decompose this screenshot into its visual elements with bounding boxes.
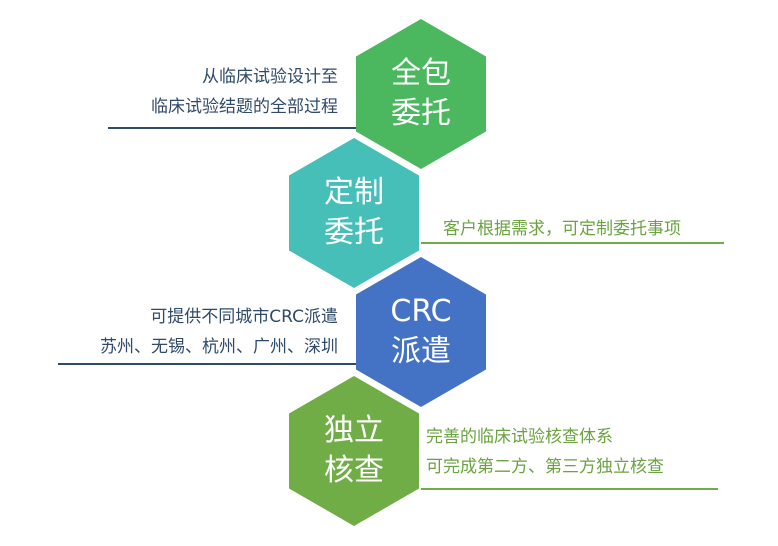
hexagon-title-line1: 独立 bbox=[324, 413, 384, 448]
description-line: 客户根据需求，可定制委托事项 bbox=[443, 219, 681, 239]
hexagon-title-line2: 派遣 bbox=[391, 334, 451, 369]
hexagon-title-line2: 委托 bbox=[324, 215, 384, 250]
hexagon-title-line2: 委托 bbox=[391, 96, 451, 131]
description-line: 从临床试验设计至 bbox=[202, 67, 338, 87]
description-line: 苏州、无锡、杭州、广州、深圳 bbox=[100, 337, 338, 357]
divider-line bbox=[421, 488, 718, 490]
hexagon-custom-delegation: 定制 委托 bbox=[289, 138, 419, 288]
description-line: 可完成第二方、第三方独立核查 bbox=[426, 457, 664, 477]
description-crc-dispatch: 可提供不同城市CRC派遣 苏州、无锡、杭州、广州、深圳 bbox=[100, 302, 338, 362]
divider-line bbox=[421, 242, 724, 244]
hexagon-independent-audit: 独立 核查 bbox=[289, 376, 419, 526]
description-custom-delegation: 客户根据需求，可定制委托事项 bbox=[443, 214, 681, 244]
hexagon-title-line2: 核查 bbox=[324, 453, 384, 488]
hexagon-title-line1: 定制 bbox=[324, 175, 384, 210]
hexagon-full-package: 全包 委托 bbox=[356, 19, 486, 169]
hexagon-title-line1: 全包 bbox=[391, 56, 451, 91]
divider-line bbox=[108, 127, 356, 129]
description-line: 可提供不同城市CRC派遣 bbox=[150, 307, 338, 327]
description-full-package: 从临床试验设计至 临床试验结题的全部过程 bbox=[151, 62, 338, 122]
description-line: 临床试验结题的全部过程 bbox=[151, 97, 338, 117]
hexagon-crc-dispatch: CRC 派遣 bbox=[356, 257, 486, 407]
divider-line bbox=[58, 363, 356, 365]
hexagon-title-line1: CRC bbox=[390, 294, 452, 329]
description-line: 完善的临床试验核查体系 bbox=[426, 427, 613, 447]
description-independent-audit: 完善的临床试验核查体系 可完成第二方、第三方独立核查 bbox=[426, 422, 664, 482]
